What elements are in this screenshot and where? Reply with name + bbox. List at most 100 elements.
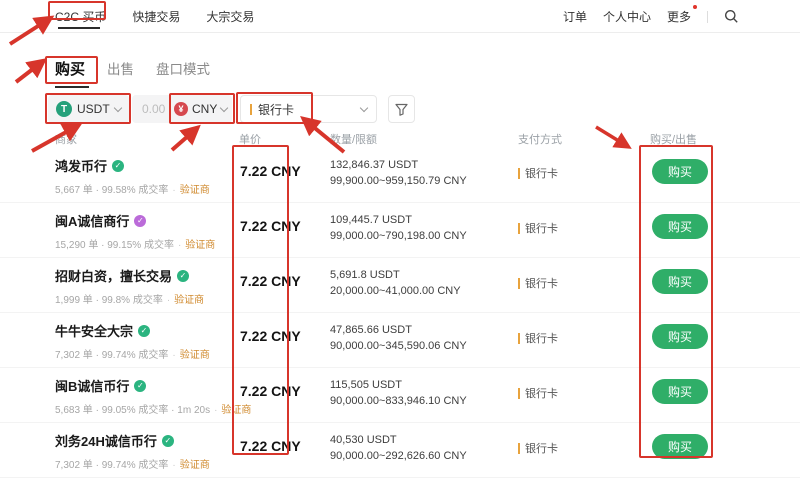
nav-item-orders[interactable]: 订单 [563, 8, 587, 25]
offer-list: 鸿发币行 ✓ 5,667 单 · 99.58% 成交率·验证商 7.22 CNY… [0, 148, 800, 478]
merchant-verified-label: 验证商 [180, 460, 210, 471]
table-row: 招财白资，擅长交易 ✓ 1,999 单 · 99.8% 成交率·验证商 7.22… [0, 258, 800, 313]
payment-select[interactable]: 银行卡 [240, 95, 377, 123]
payment-method: 银行卡 [525, 440, 558, 456]
order-limit: 90,000.00~292,626.60 CNY [330, 448, 467, 464]
merchant-cell: 闽B诚信币行 ✓ 5,683 单 · 99.05% 成交率 · 1m 20s·验… [55, 376, 251, 416]
payment-method: 银行卡 [525, 330, 558, 346]
table-row: 闽B诚信币行 ✓ 5,683 单 · 99.05% 成交率 · 1m 20s·验… [0, 368, 800, 423]
chevron-down-icon [113, 103, 121, 111]
amount-filter: ¥ CNY [132, 95, 232, 123]
order-limit: 90,000.00~833,946.10 CNY [330, 393, 467, 409]
unit-price: 7.22 CNY [240, 438, 301, 454]
nav-item-c2c-buy[interactable]: C2C 买币 [55, 8, 106, 25]
merchant-name[interactable]: 闽A诚信商行 [55, 211, 129, 230]
yuan-icon: ¥ [174, 102, 188, 116]
merchant-name[interactable]: 刘务24H诚信币行 [55, 431, 157, 450]
chevron-down-icon [360, 103, 368, 111]
order-limit: 20,000.00~41,000.00 CNY [330, 283, 461, 299]
crypto-select-value: USDT [77, 102, 110, 116]
merchant-cell: 刘务24H诚信币行 ✓ 7,302 单 · 99.74% 成交率·验证商 [55, 431, 210, 471]
qty-limit-cell: 40,530 USDT 90,000.00~292,626.60 CNY [330, 432, 467, 464]
payment-method: 银行卡 [525, 385, 558, 401]
verified-badge-icon: ✓ [162, 435, 174, 447]
fiat-select[interactable]: ¥ CNY [174, 102, 227, 116]
bank-card-icon [518, 333, 520, 344]
order-limit: 99,000.00~790,198.00 CNY [330, 228, 467, 244]
nav-item-profile[interactable]: 个人中心 [603, 8, 651, 25]
merchant-cell: 鸿发币行 ✓ 5,667 单 · 99.58% 成交率·验证商 [55, 156, 210, 196]
qty-limit-cell: 5,691.8 USDT 20,000.00~41,000.00 CNY [330, 267, 461, 299]
merchant-cell: 招财白资，擅长交易 ✓ 1,999 单 · 99.8% 成交率·验证商 [55, 266, 204, 306]
merchant-stats: 15,290 单 · 99.15% 成交率 [55, 240, 174, 251]
qty-limit-cell: 115,505 USDT 90,000.00~833,946.10 CNY [330, 377, 467, 409]
bank-card-icon [518, 168, 520, 179]
buy-button[interactable]: 购买 [652, 324, 708, 349]
filter-button[interactable] [388, 95, 415, 123]
merchant-name[interactable]: 闽B诚信币行 [55, 376, 129, 395]
header-merchant: 商家 [55, 131, 77, 147]
nav-item-more[interactable]: 更多 [667, 8, 691, 25]
fiat-select-value: CNY [192, 102, 217, 116]
merchant-verified-label: 验证商 [180, 185, 210, 196]
unit-price: 7.22 CNY [240, 218, 301, 234]
top-nav: C2C 买币 快捷交易 大宗交易 订单 个人中心 更多 [0, 0, 800, 33]
unit-price: 7.22 CNY [240, 273, 301, 289]
table-row: 鸿发币行 ✓ 5,667 单 · 99.58% 成交率·验证商 7.22 CNY… [0, 148, 800, 203]
unit-price: 7.22 CNY [240, 383, 301, 399]
arrow-to-buy-tab [16, 62, 42, 82]
tab-orderbook-mode[interactable]: 盘口模式 [156, 58, 210, 78]
active-nav-indicator [58, 27, 100, 29]
payment-cell: 银行卡 [518, 440, 558, 456]
merchant-stats: 5,667 单 · 99.58% 成交率 [55, 185, 168, 196]
payment-cell: 银行卡 [518, 385, 558, 401]
bank-card-icon [518, 223, 520, 234]
crypto-select[interactable]: T USDT [48, 95, 129, 123]
merchant-name[interactable]: 牛牛安全大宗 [55, 321, 133, 340]
merchant-name[interactable]: 招财白资，擅长交易 [55, 266, 172, 285]
tab-buy[interactable]: 购买 [55, 58, 85, 79]
tether-icon: T [56, 101, 72, 117]
available-quantity: 5,691.8 USDT [330, 267, 461, 283]
order-limit: 99,900.00~959,150.79 CNY [330, 173, 467, 189]
order-limit: 90,000.00~345,590.06 CNY [330, 338, 467, 354]
unit-price: 7.22 CNY [240, 328, 301, 344]
buy-button[interactable]: 购买 [652, 434, 708, 459]
header-qty-limit: 数量/限额 [330, 131, 377, 147]
verified-badge-icon: ✓ [138, 325, 150, 337]
nav-item-express-trade[interactable]: 快捷交易 [132, 8, 180, 25]
header-payment: 支付方式 [518, 131, 562, 147]
buy-button[interactable]: 购买 [652, 214, 708, 239]
nav-item-block-trade[interactable]: 大宗交易 [206, 8, 254, 25]
available-quantity: 109,445.7 USDT [330, 212, 467, 228]
trade-tabs: 购买 出售 盘口模式 [55, 58, 210, 79]
merchant-stats: 5,683 单 · 99.05% 成交率 · 1m 20s [55, 405, 210, 416]
table-row: 刘务24H诚信币行 ✓ 7,302 单 · 99.74% 成交率·验证商 7.2… [0, 423, 800, 478]
payment-cell: 银行卡 [518, 330, 558, 346]
amount-input[interactable] [140, 101, 174, 117]
header-buy-sell: 购买/出售 [650, 131, 697, 147]
active-tab-indicator [55, 86, 89, 88]
merchant-stats: 7,302 单 · 99.74% 成交率 [55, 350, 168, 361]
merchant-name[interactable]: 鸿发币行 [55, 156, 107, 175]
merchant-stats: 7,302 单 · 99.74% 成交率 [55, 460, 168, 471]
verified-badge-icon: ✓ [112, 160, 124, 172]
unit-price: 7.22 CNY [240, 163, 301, 179]
table-row: 闽A诚信商行 ✓ 15,290 单 · 99.15% 成交率·验证商 7.22 … [0, 203, 800, 258]
buy-button[interactable]: 购买 [652, 269, 708, 294]
buy-button[interactable]: 购买 [652, 379, 708, 404]
available-quantity: 115,505 USDT [330, 377, 467, 393]
c2c-trading-page: C2C 买币 快捷交易 大宗交易 订单 个人中心 更多 购买 出售 盘口模式 T… [0, 0, 800, 465]
nav-right: 订单 个人中心 更多 [563, 0, 739, 33]
tab-sell[interactable]: 出售 [107, 58, 134, 78]
merchant-verified-label: 验证商 [180, 350, 210, 361]
qty-limit-cell: 47,865.66 USDT 90,000.00~345,590.06 CNY [330, 322, 467, 354]
chevron-down-icon [220, 103, 228, 111]
available-quantity: 40,530 USDT [330, 432, 467, 448]
search-icon[interactable] [724, 9, 739, 24]
payment-cell: 银行卡 [518, 165, 558, 181]
payment-cell: 银行卡 [518, 220, 558, 236]
available-quantity: 47,865.66 USDT [330, 322, 467, 338]
buy-button[interactable]: 购买 [652, 159, 708, 184]
notification-dot-icon [693, 5, 697, 9]
